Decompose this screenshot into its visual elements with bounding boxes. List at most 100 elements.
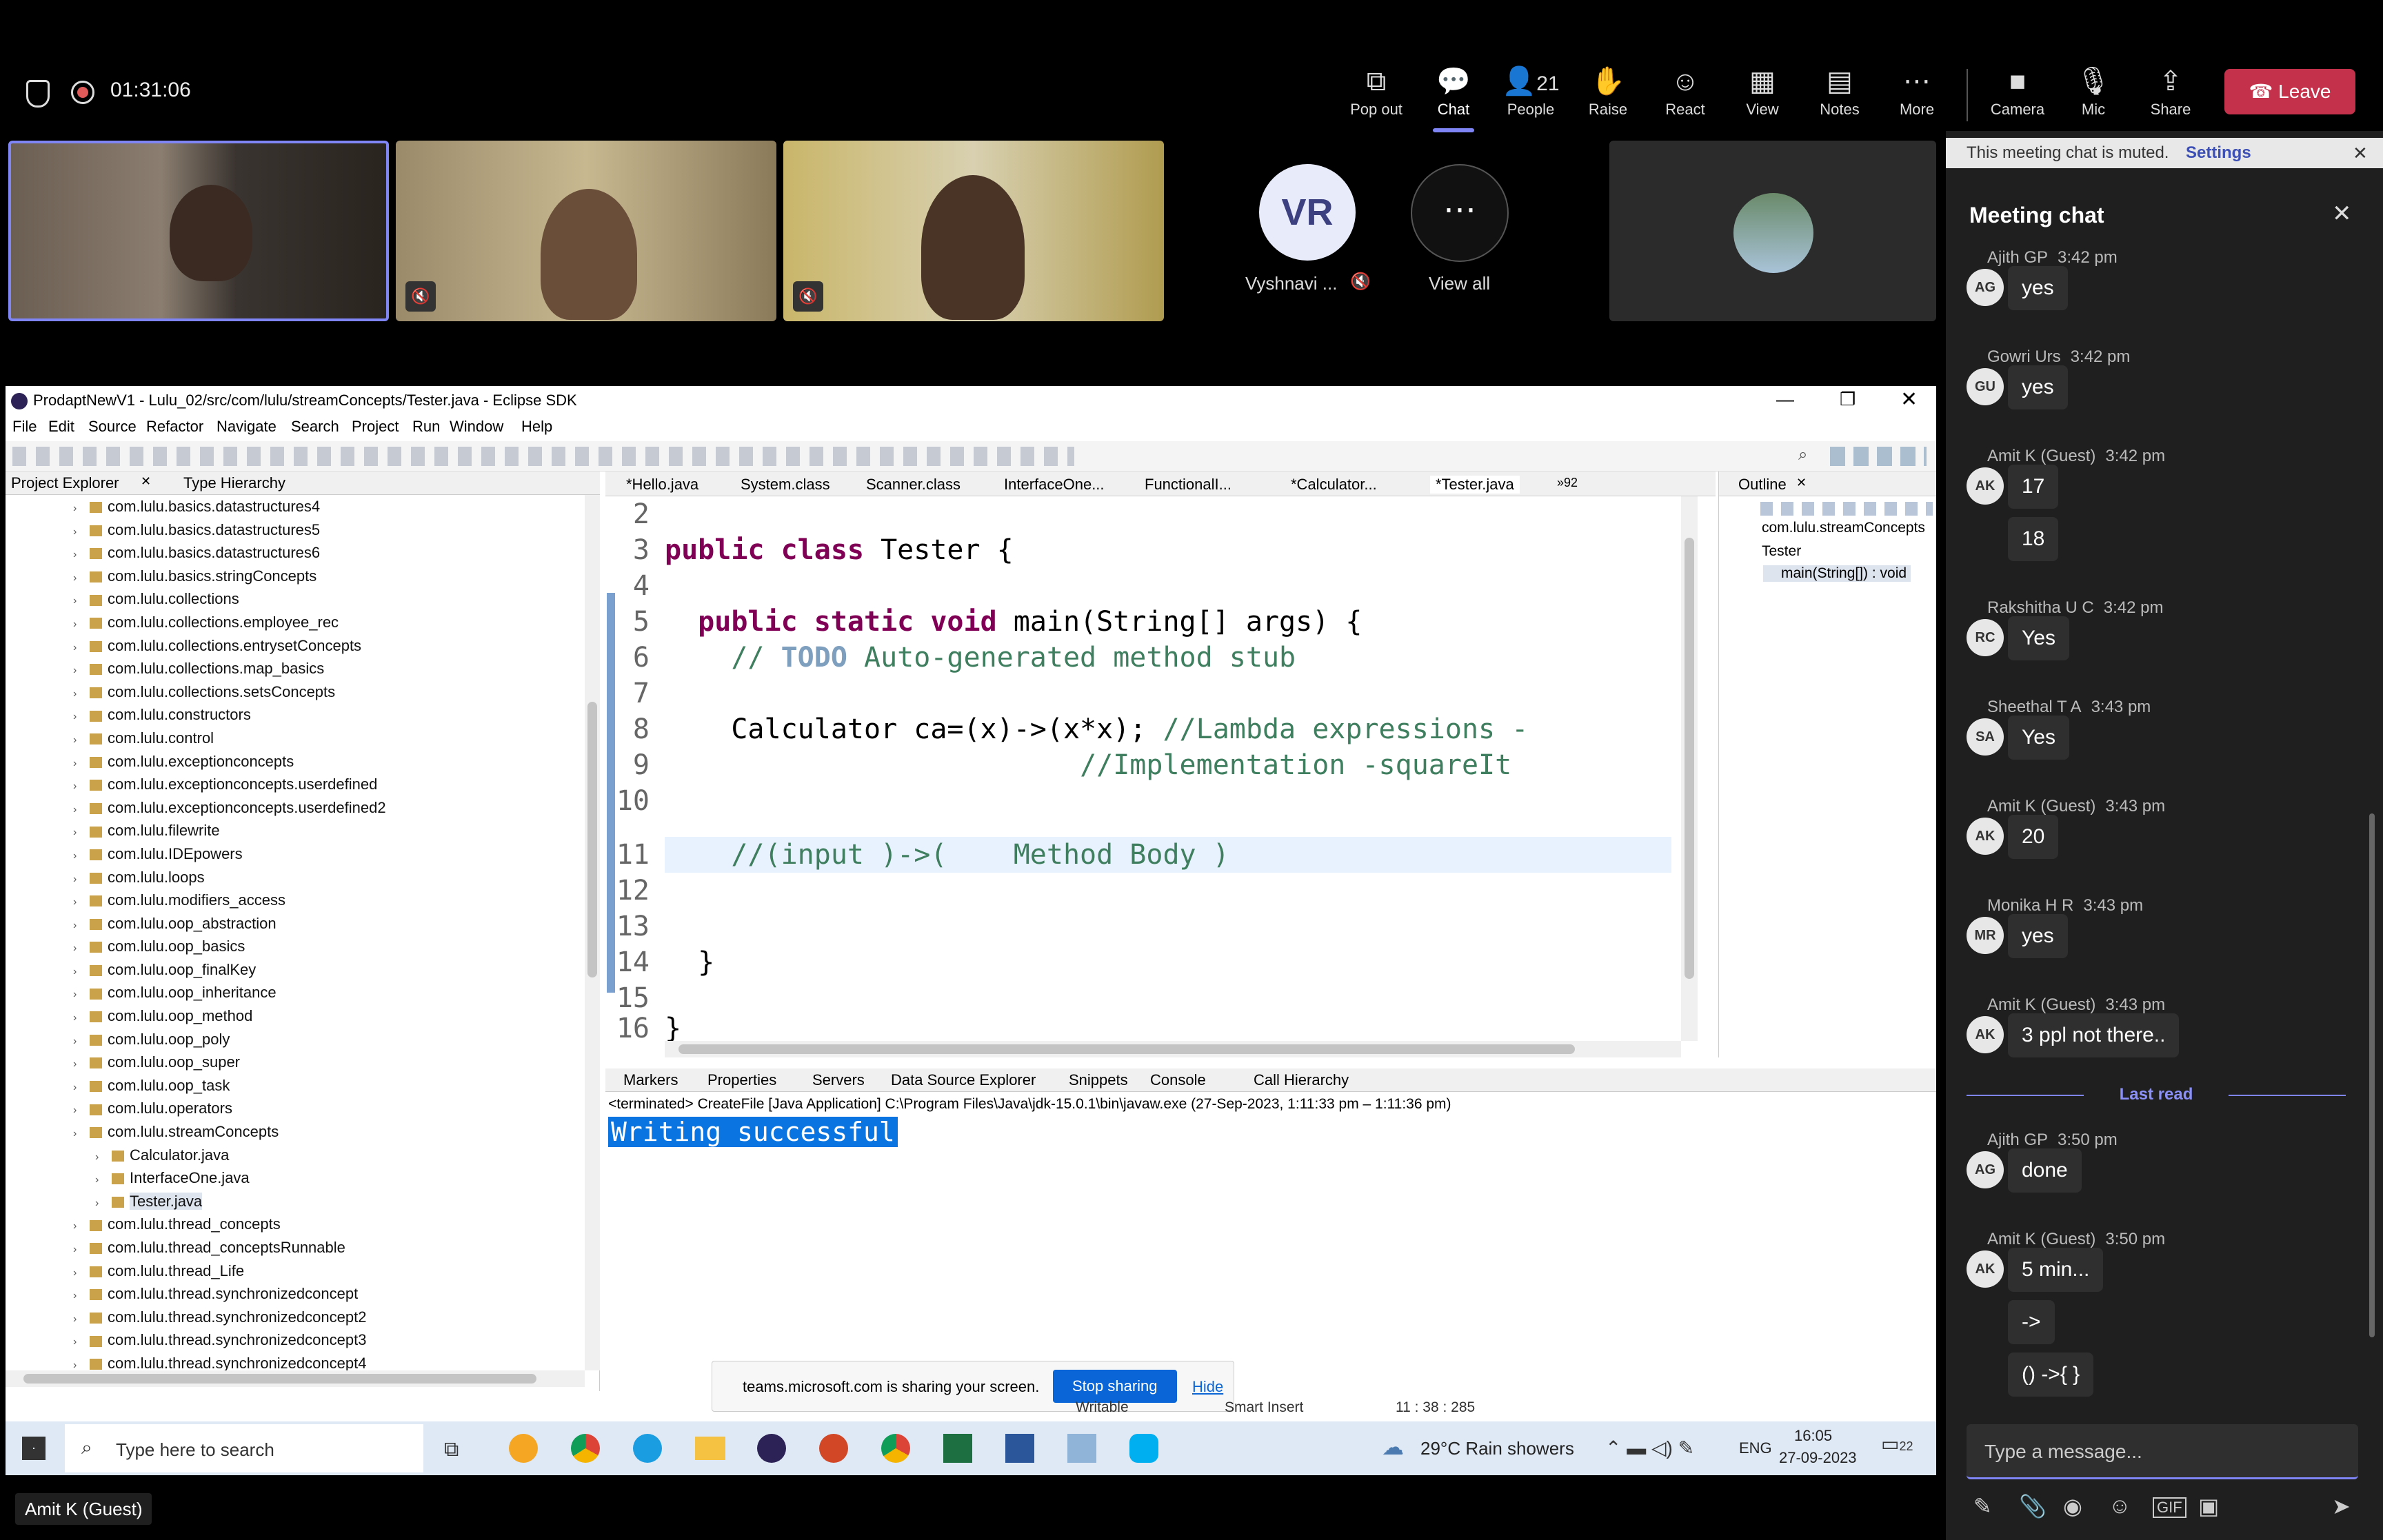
chrome-icon[interactable] [881, 1434, 910, 1463]
java-file-item[interactable]: › InterfaceOne.java [6, 1166, 585, 1190]
toolbar-icons[interactable] [12, 447, 1074, 466]
tab-properties[interactable]: Properties [707, 1071, 776, 1089]
package-item[interactable]: › com.lulu.basics.stringConcepts [6, 565, 585, 588]
chevron-right-icon[interactable]: › [73, 1262, 90, 1285]
menu-search[interactable]: Search [291, 418, 339, 436]
package-item[interactable]: › com.lulu.loops [6, 866, 585, 889]
raise-hand-button[interactable]: ✋ Raise [1573, 62, 1642, 131]
tab-markers[interactable]: Markers [623, 1071, 678, 1089]
chat-input[interactable]: Type a message... [1967, 1424, 2358, 1479]
package-item[interactable]: › com.lulu.exceptionconcepts.userdefined [6, 773, 585, 796]
chat-settings-link[interactable]: Settings [2186, 138, 2251, 168]
package-item[interactable]: › com.lulu.thread_conceptsRunnable [6, 1236, 585, 1259]
chevron-right-icon[interactable]: › [73, 1053, 90, 1076]
tab-calculator[interactable]: *Calculator... [1291, 476, 1377, 494]
package-item[interactable]: › com.lulu.oop_task [6, 1074, 585, 1097]
chevron-right-icon[interactable]: › [73, 960, 90, 984]
chevron-right-icon[interactable]: › [73, 1238, 90, 1262]
people-button[interactable]: 👤21 People [1496, 62, 1565, 131]
close-icon[interactable]: ✕ [1796, 476, 1807, 490]
avatar[interactable]: AG [1967, 269, 2004, 306]
language-indicator[interactable]: ENG [1739, 1439, 1772, 1457]
weather-icon[interactable]: ☁ [1382, 1434, 1404, 1460]
menu-edit[interactable]: Edit [48, 418, 74, 436]
editor-hscrollbar[interactable] [665, 1041, 1681, 1057]
eclipse-app-icon[interactable] [757, 1434, 786, 1463]
package-item[interactable]: › com.lulu.operators [6, 1097, 585, 1120]
chevron-right-icon[interactable]: › [73, 983, 90, 1006]
avatar[interactable]: AK [1967, 818, 2004, 855]
chevron-right-icon[interactable]: › [73, 1215, 90, 1238]
menu-navigate[interactable]: Navigate [217, 418, 276, 436]
menu-window[interactable]: Window [450, 418, 503, 436]
chrome-icon[interactable] [571, 1434, 600, 1463]
tab-call-hierarchy[interactable]: Call Hierarchy [1254, 1071, 1349, 1089]
excel-icon[interactable] [943, 1434, 972, 1463]
chevron-right-icon[interactable]: › [73, 1122, 90, 1146]
perspective-icons[interactable] [1830, 447, 1927, 466]
clock-time[interactable]: 16:05 [1794, 1427, 1832, 1445]
package-item[interactable]: › com.lulu.basics.datastructures6 [6, 541, 585, 565]
java-file-item[interactable]: › Calculator.java [6, 1144, 585, 1167]
package-item[interactable]: › com.lulu.control [6, 727, 585, 750]
view-button[interactable]: ▦ View [1728, 62, 1797, 131]
avatar[interactable]: MR [1967, 917, 2004, 954]
avatar[interactable]: RC [1967, 619, 2004, 656]
package-item[interactable]: › com.lulu.modifiers_access [6, 889, 585, 912]
chat-message-bubble[interactable]: -> [2008, 1300, 2055, 1344]
chevron-right-icon[interactable]: › [73, 1006, 90, 1030]
chevron-right-icon[interactable]: › [73, 1284, 90, 1308]
weather-text[interactable]: 29°C Rain showers [1420, 1438, 1574, 1459]
format-icon[interactable]: ✎ [1973, 1493, 1992, 1519]
avatar[interactable]: AG [1967, 1151, 2004, 1188]
stop-sharing-button[interactable]: Stop sharing [1053, 1370, 1177, 1403]
chat-message-bubble[interactable]: Yes [2008, 716, 2069, 760]
package-item[interactable]: › com.lulu.thread.synchronizedconcept2 [6, 1306, 585, 1329]
editor-vscrollbar[interactable] [1681, 496, 1698, 1041]
tab-scanner-class[interactable]: Scanner.class [866, 476, 961, 494]
chevron-right-icon[interactable]: › [73, 636, 90, 660]
java-file-item[interactable]: › Tester.java [6, 1190, 585, 1213]
package-item[interactable]: › com.lulu.basics.datastructures4 [6, 495, 585, 518]
avatar[interactable]: AK [1967, 467, 2004, 505]
chevron-right-icon[interactable]: › [73, 659, 90, 682]
outline-class[interactable]: Tester [1762, 543, 1801, 560]
chat-message-bubble[interactable]: done [2008, 1148, 2082, 1193]
loop-icon[interactable]: ◉ [2063, 1493, 2082, 1519]
tab-servers[interactable]: Servers [812, 1071, 865, 1089]
package-item[interactable]: › com.lulu.IDEpowers [6, 842, 585, 866]
tab-tester-java[interactable]: *Tester.java [1430, 476, 1520, 494]
package-item[interactable]: › com.lulu.exceptionconcepts [6, 750, 585, 773]
video-tile-participant-3[interactable]: 🔇 [783, 141, 1164, 321]
chat-message-bubble[interactable]: yes [2008, 365, 2068, 409]
tab-hello-java[interactable]: *Hello.java [626, 476, 698, 494]
close-icon[interactable]: ✕ [2353, 138, 2368, 168]
chat-scrollbar[interactable] [2369, 813, 2375, 1337]
chevron-right-icon[interactable]: › [73, 798, 90, 822]
chat-message-bubble[interactable]: Yes [2008, 616, 2069, 660]
menu-run[interactable]: Run [412, 418, 440, 436]
package-item[interactable]: › com.lulu.oop_method [6, 1004, 585, 1028]
attach-icon[interactable]: 📎 [2019, 1493, 2047, 1519]
menu-source[interactable]: Source [88, 418, 137, 436]
emoji-icon[interactable]: ☺ [2109, 1493, 2131, 1519]
chevron-right-icon[interactable]: › [73, 891, 90, 914]
mic-button[interactable]: 🎙 Mic [2059, 62, 2128, 131]
package-item[interactable]: › com.lulu.basics.datastructures5 [6, 518, 585, 542]
chevron-right-icon[interactable]: › [73, 775, 90, 798]
explorer-vscrollbar[interactable] [585, 495, 600, 1370]
package-item[interactable]: › com.lulu.constructors [6, 703, 585, 727]
taskbar-search[interactable]: ⌕ Type here to search [65, 1424, 423, 1472]
tab-console[interactable]: Console [1150, 1071, 1206, 1089]
close-window-button[interactable]: ✕ [1900, 387, 1918, 412]
more-button[interactable]: ⋯ More [1882, 62, 1951, 131]
package-item[interactable]: › com.lulu.oop_inheritance [6, 981, 585, 1004]
video-tile-participant-2[interactable]: 🔇 [396, 141, 776, 321]
chat-message-bubble[interactable]: 17 [2008, 465, 2059, 509]
chat-button[interactable]: 💬 Chat [1419, 62, 1488, 132]
notes-button[interactable]: ▤ Notes [1805, 62, 1874, 131]
pop-out-button[interactable]: ⧉ Pop out [1342, 62, 1411, 131]
video-tile-self[interactable] [1609, 141, 1936, 321]
package-item[interactable]: › com.lulu.thread.synchronizedconcept4 [6, 1352, 585, 1370]
chevron-right-icon[interactable]: › [73, 497, 90, 520]
